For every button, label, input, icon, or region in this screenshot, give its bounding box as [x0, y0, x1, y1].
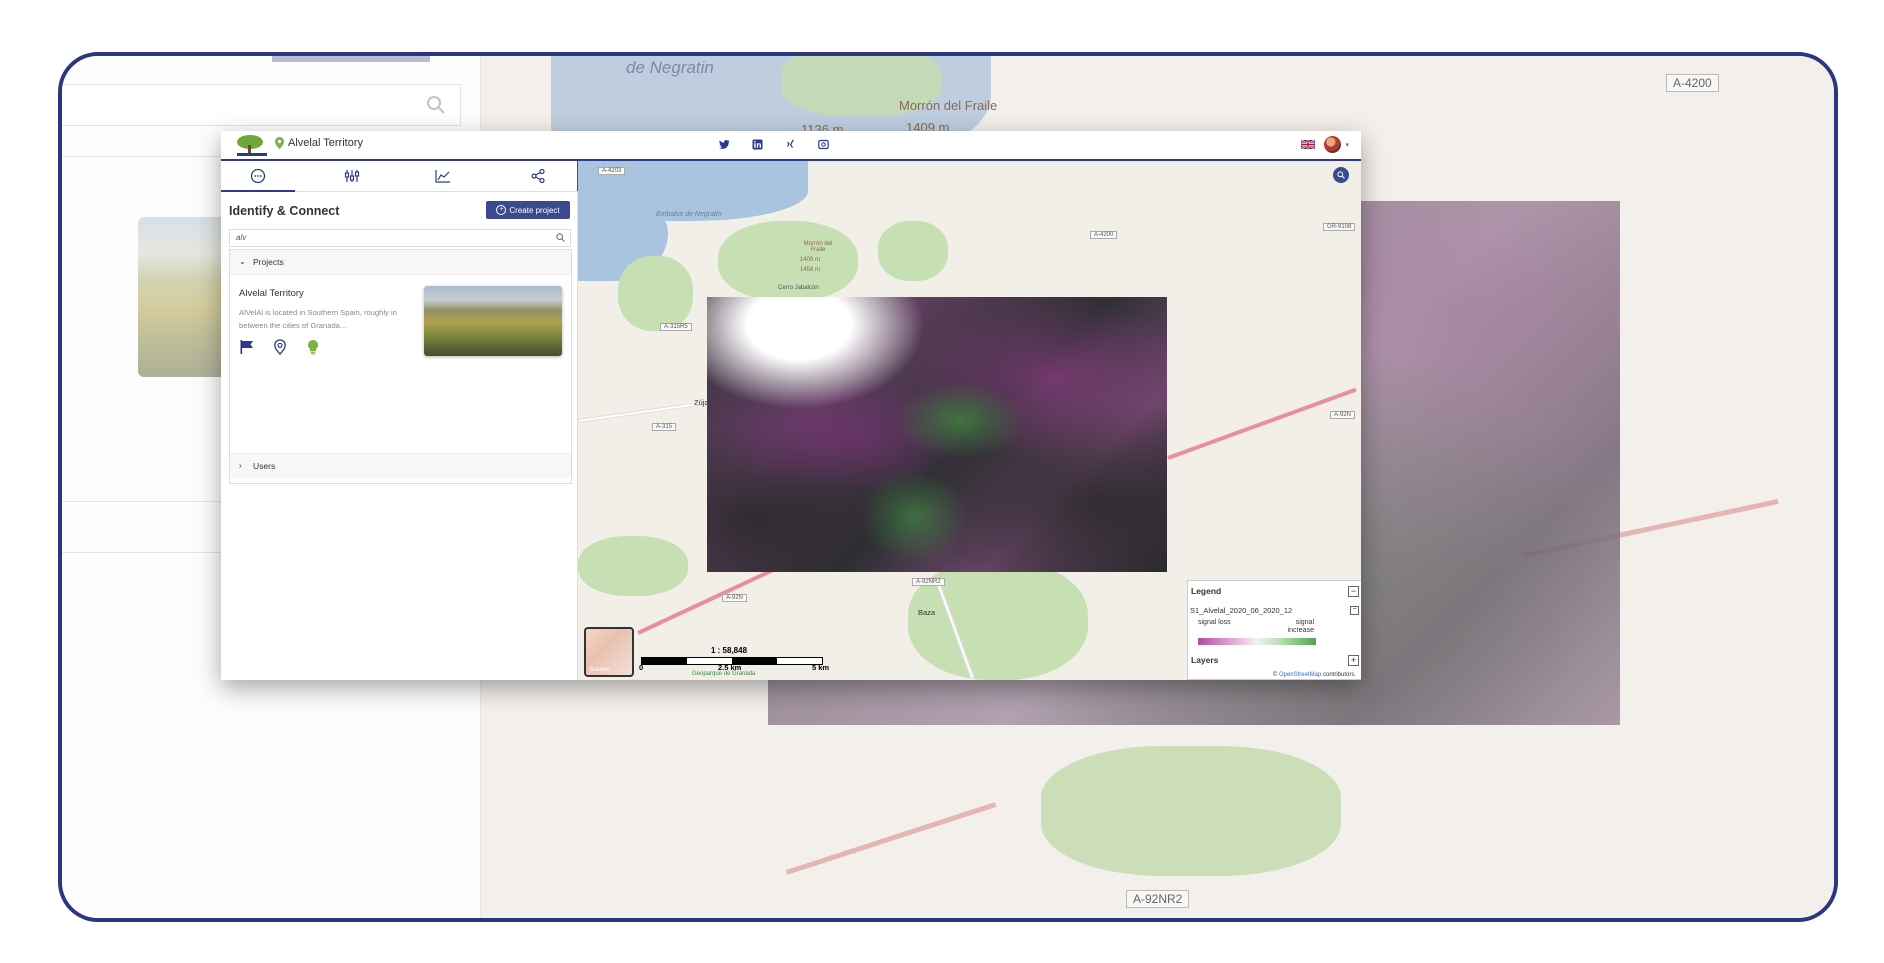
search-input-value: alv — [236, 233, 247, 242]
layers-title: Layers — [1191, 655, 1219, 665]
chevron-down-icon: ⌄ — [239, 257, 246, 266]
xing-icon[interactable] — [785, 139, 796, 150]
panel-tabs — [221, 161, 577, 192]
road-shield: A-92N — [722, 594, 748, 602]
legend-panel: Legend − S1_Alvelal_2020_06_2020_12 − si… — [1187, 580, 1361, 680]
scale-tick-label: 5 km — [812, 663, 830, 672]
osm-link[interactable]: OpenStreetMap — [1279, 672, 1321, 678]
map-pin-icon — [275, 137, 284, 149]
search-icon — [1337, 171, 1345, 179]
search-input[interactable]: alv — [229, 229, 571, 247]
town-label: Baza — [918, 608, 936, 617]
panel-heading: Identify & Connect — [229, 204, 340, 218]
peak-height-label: 1458 m — [800, 267, 821, 273]
uk-flag-icon[interactable] — [1301, 140, 1315, 149]
legend-high-label: signal increase — [1287, 619, 1314, 634]
legend-title: Legend — [1191, 586, 1222, 596]
legend-low-label: signal loss — [1198, 619, 1231, 626]
background-map-label: de Negratin — [626, 58, 714, 77]
territory-name: Alvelal Territory — [288, 137, 363, 149]
mail-icon[interactable] — [818, 139, 829, 150]
tab-statistics[interactable] — [406, 161, 480, 190]
project-description: AlVelAl is located in Southern Spain, ro… — [239, 308, 397, 330]
attribution-suffix: contributors. — [1321, 672, 1356, 678]
projects-section-header[interactable]: ⌄ Projects — [230, 250, 571, 275]
chevron-down-icon[interactable]: ▾ — [1345, 141, 1349, 149]
users-section-header[interactable]: › Users — [230, 453, 571, 478]
road-shield: A-4200 — [1090, 231, 1118, 239]
forest-area — [878, 221, 948, 281]
map-attribution: © OpenStreetMap contributors. — [1270, 672, 1358, 678]
road-shield: A-4203 — [598, 167, 626, 175]
linkedin-icon[interactable] — [752, 139, 763, 150]
highway-road — [1167, 387, 1357, 460]
chat-bubble-icon — [250, 168, 266, 183]
peak-height-label: 1409 m — [800, 257, 821, 263]
cerro-label: Cerro Jabalcón — [778, 285, 819, 291]
forest-area — [578, 536, 688, 596]
background-forest — [1041, 746, 1341, 876]
satellite-change-layer — [707, 297, 1167, 572]
flag-icon[interactable] — [239, 339, 255, 355]
users-section-label: Users — [253, 461, 276, 471]
collapse-icon[interactable]: − — [1348, 586, 1359, 597]
scale-tick-label: 0 — [639, 663, 644, 672]
road-shield: A-315R5 — [660, 323, 692, 331]
lake-label: Embalse de Negratín — [656, 211, 722, 218]
lightbulb-icon[interactable] — [305, 339, 321, 355]
territory-title[interactable]: Alvelal Territory — [275, 137, 363, 149]
background-road — [785, 802, 997, 875]
plus-circle-icon: + — [496, 205, 507, 215]
collapse-icon[interactable]: − — [1350, 606, 1359, 615]
project-title[interactable]: Alvelal Territory — [239, 288, 304, 299]
tree-logo-icon[interactable] — [235, 133, 269, 157]
user-avatar[interactable] — [1324, 136, 1341, 153]
road-shield: A-92N — [1330, 411, 1356, 419]
search-icon[interactable] — [556, 233, 565, 242]
road-shield: A-315 — [652, 423, 677, 431]
projects-section-label: Projects — [253, 257, 284, 267]
map-search-button[interactable] — [1333, 167, 1349, 183]
road-shield: GR-9108 — [1323, 223, 1356, 231]
app-window: Alvelal Territory ▾ Identify & Connect +… — [221, 131, 1361, 680]
road-shield: A-4200 — [1666, 74, 1719, 92]
road — [578, 400, 709, 423]
line-chart-icon — [435, 169, 450, 183]
road-shield: A-92NR2 — [912, 578, 945, 586]
create-project-button[interactable]: + Create project — [486, 201, 570, 219]
scale-tick-label: 2.5 km — [718, 663, 742, 672]
sliders-icon — [344, 169, 360, 182]
basemap-switcher[interactable]: Stamen — [584, 627, 634, 677]
background-tab-indicator — [272, 56, 430, 62]
expand-icon[interactable]: + — [1348, 655, 1359, 666]
basemap-label: Stamen — [589, 667, 610, 673]
create-project-label: Create project — [509, 205, 560, 215]
scale-ratio: 1 : 58,848 — [711, 646, 748, 655]
share-icon — [531, 168, 545, 183]
side-panel: Identify & Connect + Create project alv … — [221, 161, 578, 680]
chevron-right-icon: › — [239, 461, 242, 470]
tab-filters[interactable] — [315, 161, 389, 190]
project-icons — [239, 339, 321, 355]
tab-share[interactable] — [501, 161, 575, 190]
map-view[interactable]: Embalse de Negratín Morrón del Fraile 14… — [578, 161, 1361, 680]
twitter-icon[interactable] — [719, 139, 730, 150]
background-map-label: Morrón del Fraile — [899, 98, 998, 113]
top-bar: Alvelal Territory ▾ — [221, 131, 1361, 161]
tab-identify-connect[interactable] — [221, 161, 295, 192]
project-thumbnail[interactable] — [424, 286, 562, 356]
results-list: ⌄ Projects Alvelal Territory AlVelAl is … — [229, 249, 572, 484]
search-icon — [427, 96, 445, 114]
location-pin-icon[interactable] — [272, 339, 288, 355]
forest-area — [618, 256, 693, 331]
social-links — [719, 139, 829, 150]
background-search-bar — [62, 84, 461, 126]
legend-layer-name: S1_Alvelal_2020_06_2020_12 — [1190, 606, 1293, 615]
road-shield: A-92NR2 — [1126, 890, 1190, 908]
legend-color-ramp — [1198, 638, 1316, 645]
peak-label: Morrón del Fraile — [803, 241, 833, 253]
